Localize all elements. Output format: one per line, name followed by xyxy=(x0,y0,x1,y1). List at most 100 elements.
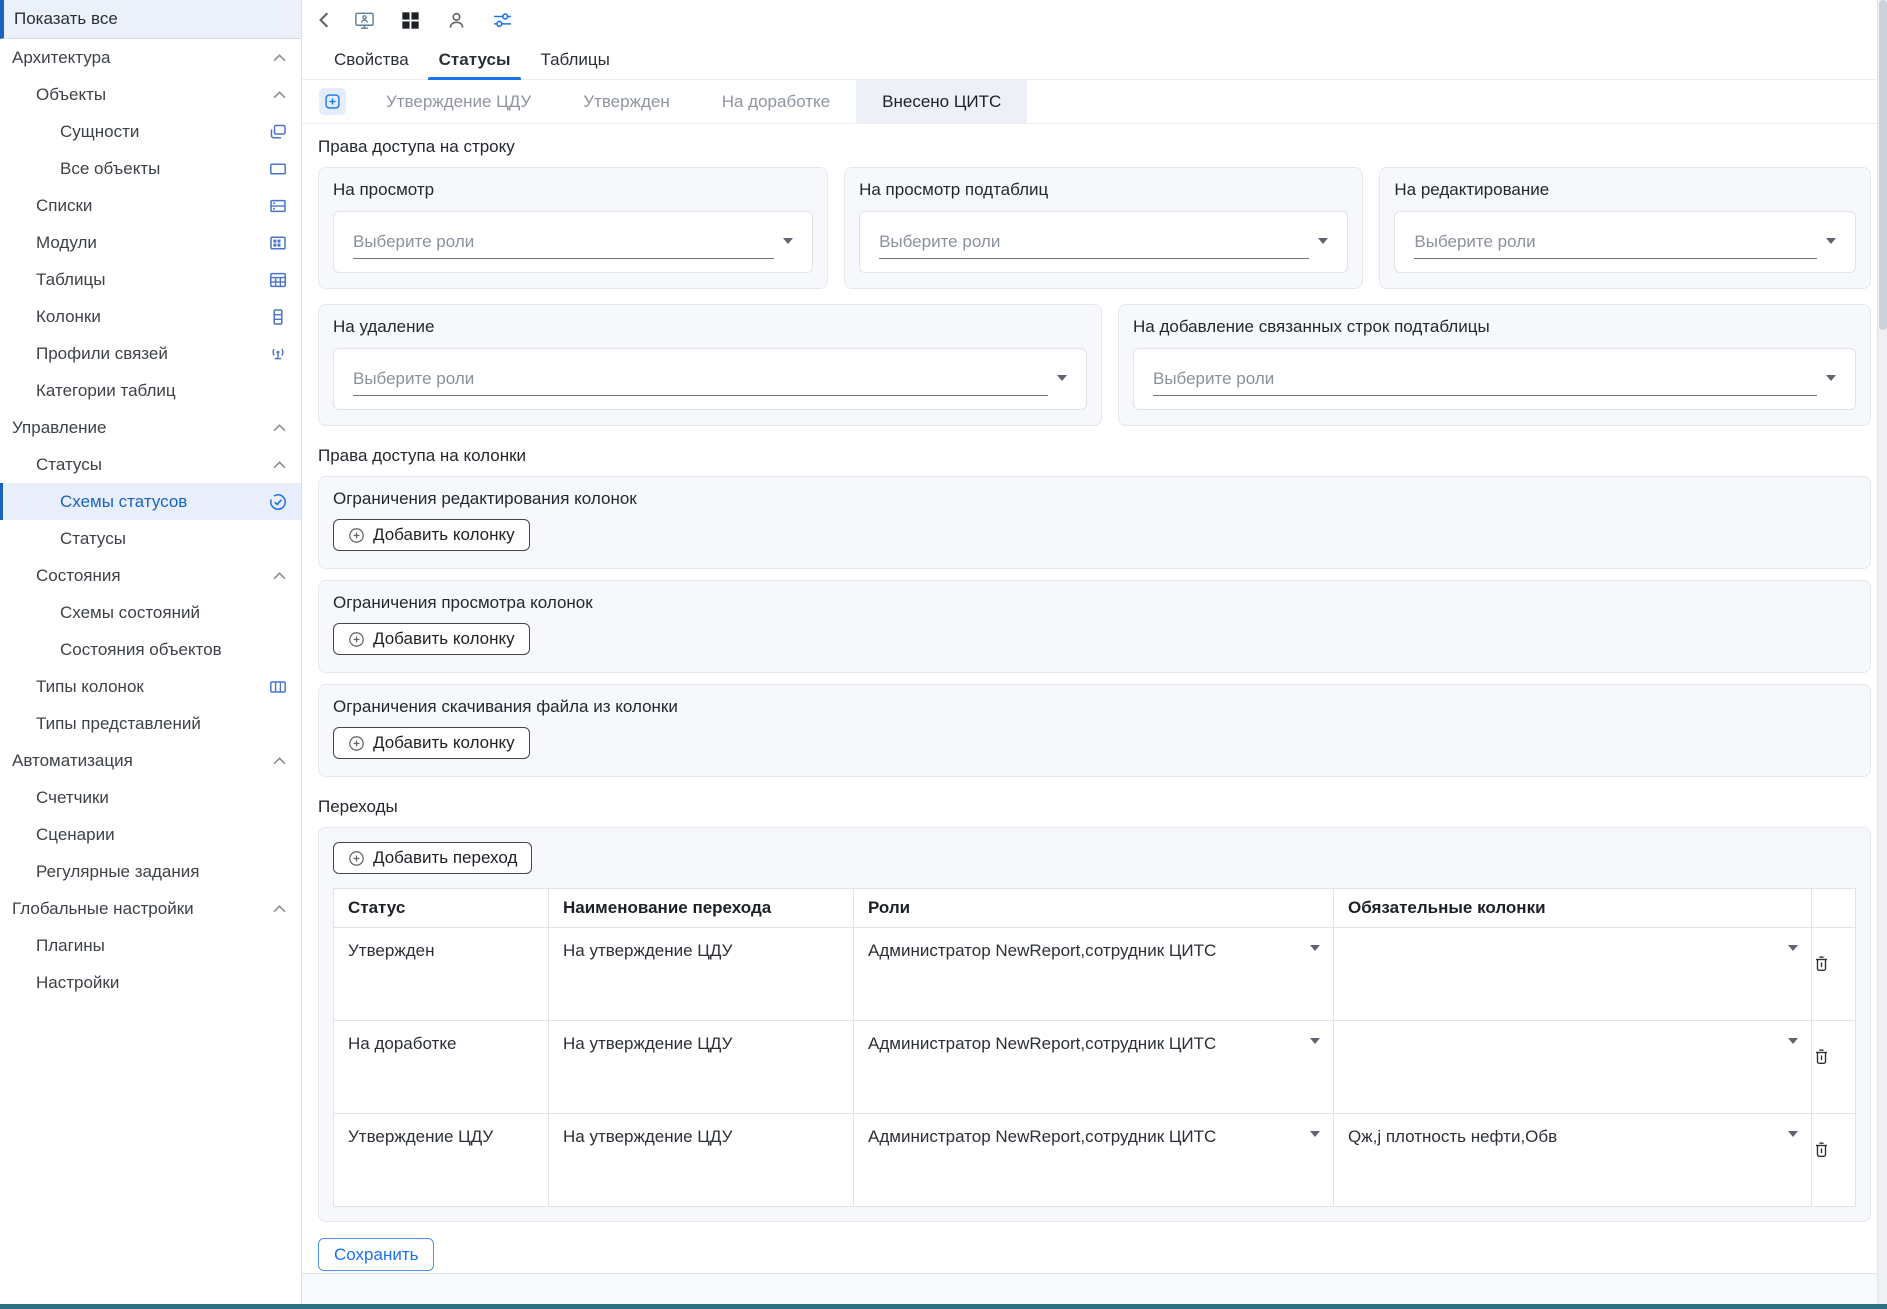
cell-transition-name[interactable]: На утверждение ЦДУ xyxy=(548,927,854,1021)
status-tab-approval-cdu[interactable]: Утверждение ЦДУ xyxy=(360,80,557,123)
column-icon xyxy=(268,307,288,327)
person-icon[interactable] xyxy=(446,10,467,31)
save-button[interactable]: Сохранить xyxy=(318,1238,435,1271)
add-transition-button[interactable]: Добавить переход xyxy=(333,842,533,874)
sidebar-item-global-settings[interactable]: Глобальные настройки xyxy=(0,890,301,927)
sidebar-show-all[interactable]: Показать все xyxy=(0,0,301,39)
add-column-button[interactable]: Добавить колонку xyxy=(333,623,530,655)
cell-status: На доработке xyxy=(333,1020,549,1114)
sidebar-item-tables[interactable]: Таблицы xyxy=(0,261,301,298)
sliders-icon[interactable] xyxy=(492,10,513,31)
caret-down-icon xyxy=(783,238,794,244)
chevron-up-icon[interactable] xyxy=(273,54,286,62)
delete-row-button[interactable] xyxy=(1812,1047,1831,1066)
add-column-button[interactable]: Добавить колонку xyxy=(333,727,530,759)
grid-apps-icon[interactable] xyxy=(400,10,421,31)
sidebar-item-statuses[interactable]: Статусы xyxy=(0,520,301,557)
sidebar-item-states-group[interactable]: Состояния xyxy=(0,557,301,594)
cell-required-select[interactable] xyxy=(1333,1020,1812,1114)
transitions-table: Статус Наименование перехода Роли Обязат… xyxy=(333,888,1856,1207)
bottom-accent-bar xyxy=(0,1304,1887,1309)
header-actions xyxy=(1811,888,1856,928)
sidebar-item-statuses-group[interactable]: Статусы xyxy=(0,446,301,483)
plus-circle-icon xyxy=(348,850,365,867)
chevron-up-icon[interactable] xyxy=(273,905,286,913)
cell-actions xyxy=(1811,1113,1856,1207)
chevron-up-icon[interactable] xyxy=(273,757,286,765)
sidebar-item-architecture[interactable]: Архитектура xyxy=(0,39,301,76)
section-title-transitions: Переходы xyxy=(318,797,398,816)
sidebar-item-columns[interactable]: Колонки xyxy=(0,298,301,335)
sidebar-item-object-states[interactable]: Состояния объектов xyxy=(0,631,301,668)
sidebar-item-state-schemes[interactable]: Схемы состояний xyxy=(0,594,301,631)
top-toolbar xyxy=(302,0,1887,40)
card-download-restrictions: Ограничения скачивания файла из колонки … xyxy=(318,684,1871,777)
status-tab-entered-cits[interactable]: Внесено ЦИТС xyxy=(856,80,1028,123)
tab-statuses[interactable]: Статусы xyxy=(424,40,526,80)
card-title: На просмотр подтаблиц xyxy=(859,180,1049,199)
caret-down-icon xyxy=(1788,945,1798,951)
select-underline xyxy=(1153,395,1817,396)
sidebar-item-view-types[interactable]: Типы представлений xyxy=(0,705,301,742)
card-title: На просмотр xyxy=(333,180,435,199)
roles-select-edit[interactable]: Выберите роли xyxy=(1394,211,1856,273)
sidebar-item-modules[interactable]: Модули xyxy=(0,224,301,261)
select-placeholder: Выберите роли xyxy=(353,232,475,251)
status-tab-approved[interactable]: Утвержден xyxy=(557,80,695,123)
sidebar-item-column-types[interactable]: Типы колонок xyxy=(0,668,301,705)
cell-required-select[interactable]: Qж,j плотность нефти,Обв xyxy=(1333,1113,1812,1207)
table-row: На доработке На утверждение ЦДУ Админист… xyxy=(333,1020,1856,1114)
sidebar-item-automation[interactable]: Автоматизация xyxy=(0,742,301,779)
delete-row-button[interactable] xyxy=(1812,1140,1831,1159)
cell-required-select[interactable] xyxy=(1333,927,1812,1021)
sidebar-item-link-profiles[interactable]: Профили связей xyxy=(0,335,301,372)
sidebar-item-entities[interactable]: Сущности xyxy=(0,113,301,150)
card-view-restrictions: Ограничения просмотра колонок Добавить к… xyxy=(318,580,1871,673)
sidebar-item-status-schemes[interactable]: Схемы статусов xyxy=(0,483,301,520)
cell-transition-name[interactable]: На утверждение ЦДУ xyxy=(548,1113,854,1207)
sidebar-item-plugins[interactable]: Плагины xyxy=(0,927,301,964)
cell-roles-select[interactable]: Администратор NewReport,сотрудник ЦИТС xyxy=(853,1113,1334,1207)
sidebar-item-scenarios[interactable]: Сценарии xyxy=(0,816,301,853)
roles-select-view-subtables[interactable]: Выберите роли xyxy=(859,211,1349,273)
sidebar-item-objects[interactable]: Объекты xyxy=(0,76,301,113)
scrollbar-thumb[interactable] xyxy=(1879,0,1887,330)
footer-strip xyxy=(302,1273,1887,1304)
section-title-column-rights: Права доступа на колонки xyxy=(318,446,527,465)
tab-tables[interactable]: Таблицы xyxy=(525,40,624,79)
caret-down-icon xyxy=(1057,375,1067,381)
sidebar-item-regular-tasks[interactable]: Регулярные задания xyxy=(0,853,301,890)
tab-properties[interactable]: Свойства xyxy=(319,40,424,79)
sidebar-item-lists[interactable]: Списки xyxy=(0,187,301,224)
chevron-up-icon[interactable] xyxy=(273,461,286,469)
status-tab-rework[interactable]: На доработке xyxy=(696,80,856,123)
sidebar-item-all-objects[interactable]: Все объекты xyxy=(0,150,301,187)
sidebar-item-table-categories[interactable]: Категории таблиц xyxy=(0,372,301,409)
trash-icon xyxy=(1812,1047,1831,1066)
header-transition-name: Наименование перехода xyxy=(548,888,854,928)
add-column-button[interactable]: Добавить колонку xyxy=(333,519,530,551)
table-row: Утвержден На утверждение ЦДУ Администрат… xyxy=(333,927,1856,1021)
back-chevron-left-icon[interactable] xyxy=(319,12,329,28)
chevron-up-icon[interactable] xyxy=(273,424,286,432)
sidebar-item-settings[interactable]: Настройки xyxy=(0,964,301,1001)
chevron-up-icon[interactable] xyxy=(273,91,286,99)
roles-select-add-linked[interactable]: Выберите роли xyxy=(1133,348,1856,410)
roles-select-delete[interactable]: Выберите роли xyxy=(333,348,1087,410)
cell-actions xyxy=(1811,927,1856,1021)
card-edit-rights: На редактирование Выберите роли xyxy=(1379,167,1871,289)
sidebar-item-counters[interactable]: Счетчики xyxy=(0,779,301,816)
cell-roles-select[interactable]: Администратор NewReport,сотрудник ЦИТС xyxy=(853,927,1334,1021)
roles-select-view[interactable]: Выберите роли xyxy=(333,211,814,273)
add-status-button[interactable] xyxy=(319,88,346,115)
caret-down-icon xyxy=(1826,238,1836,244)
transitions-card: Добавить переход Статус Наименование пер… xyxy=(318,827,1871,1222)
cell-transition-name[interactable]: На утверждение ЦДУ xyxy=(548,1020,854,1114)
vertical-scrollbar[interactable] xyxy=(1877,0,1887,1304)
schedule-check-icon xyxy=(268,492,288,512)
cell-roles-select[interactable]: Администратор NewReport,сотрудник ЦИТС xyxy=(853,1020,1334,1114)
sidebar-item-management[interactable]: Управление xyxy=(0,409,301,446)
delete-row-button[interactable] xyxy=(1812,954,1831,973)
chevron-up-icon[interactable] xyxy=(273,572,286,580)
monitor-icon[interactable] xyxy=(354,10,375,31)
